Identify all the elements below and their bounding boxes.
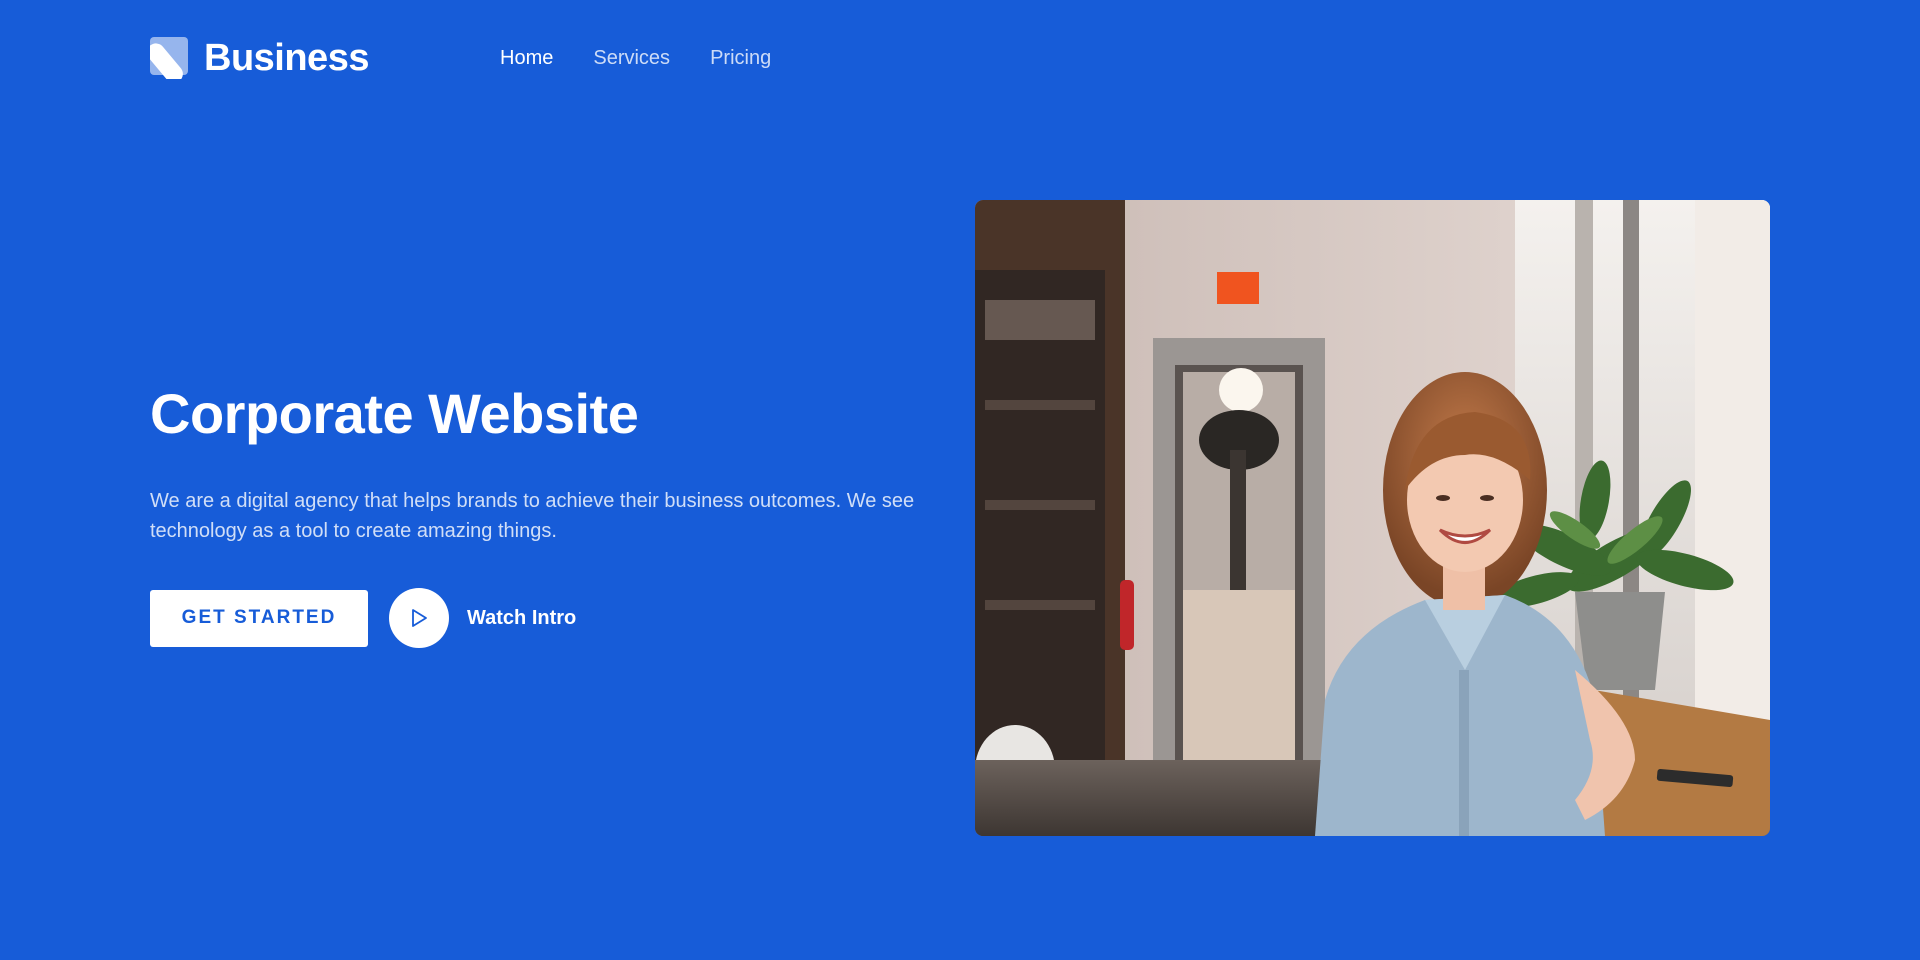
nav-item-home[interactable]: Home: [500, 47, 553, 70]
watch-intro-button[interactable]: Watch Intro: [389, 588, 576, 648]
brand-name: Business: [204, 36, 369, 79]
hero-actions: GET STARTED Watch Intro: [150, 588, 940, 648]
watch-intro-label: Watch Intro: [467, 606, 577, 629]
play-icon: [412, 609, 427, 627]
play-button[interactable]: [389, 588, 449, 648]
brand[interactable]: Business: [150, 37, 500, 80]
main-nav: Home Services Pricing: [500, 47, 771, 70]
hero-description: We are a digital agency that helps brand…: [150, 490, 915, 542]
brand-logo-icon: [150, 37, 192, 79]
nav-item-pricing[interactable]: Pricing: [710, 47, 771, 70]
site-header: Business Home Services Pricing: [150, 34, 771, 82]
hero-section: Corporate Website We are a digital agenc…: [150, 378, 940, 648]
hero-photo: [975, 200, 1770, 836]
hero-title: Corporate Website: [150, 382, 639, 445]
get-started-button[interactable]: GET STARTED: [150, 589, 368, 647]
nav-item-services[interactable]: Services: [593, 47, 670, 70]
